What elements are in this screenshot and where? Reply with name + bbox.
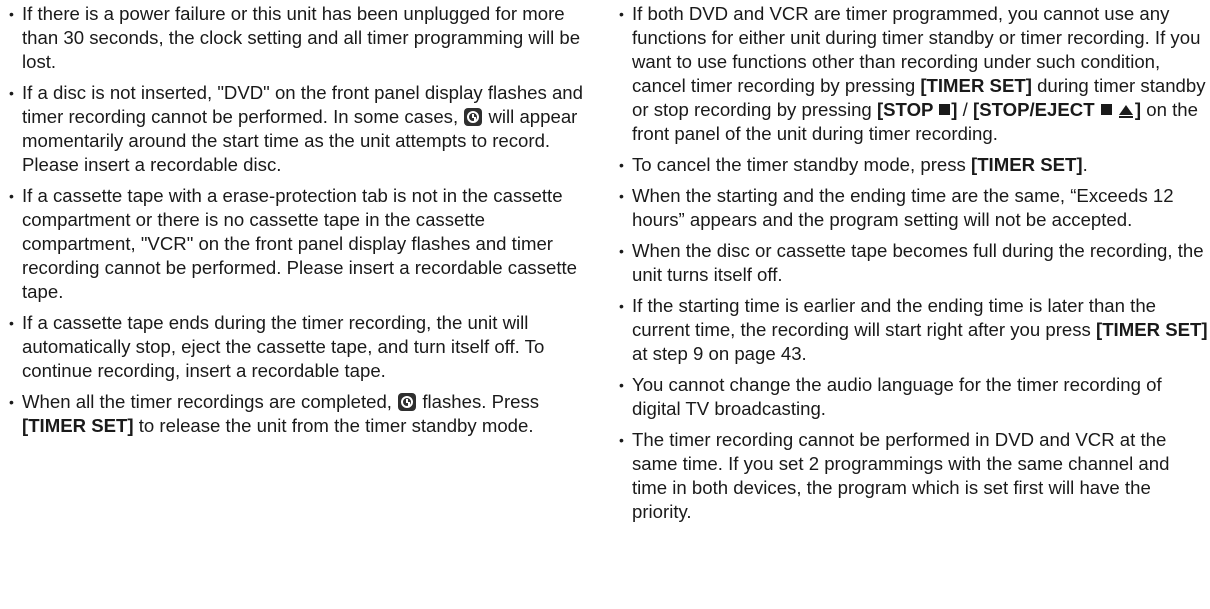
note-text: When the disc or cassette tape becomes f…	[632, 240, 1204, 285]
list-item: You cannot change the audio language for…	[618, 373, 1208, 421]
right-note-list: If both DVD and VCR are timer programmed…	[618, 2, 1208, 524]
stop-button-label: [STOP ]	[876, 99, 958, 120]
eject-icon	[1118, 105, 1133, 118]
note-text: To cancel the timer standby mode, press	[632, 154, 966, 175]
list-item: When the starting and the ending time ar…	[618, 184, 1208, 232]
note-text: If a cassette tape with a erase-protecti…	[22, 185, 578, 302]
note-text: If the starting time is earlier and the …	[632, 295, 1157, 340]
list-item: When all the timer recordings are comple…	[8, 390, 593, 438]
timer-clock-icon	[398, 393, 417, 411]
note-text: If there is a power failure or this unit…	[22, 3, 581, 72]
list-item: If a cassette tape with a erase-protecti…	[8, 184, 593, 304]
list-item: If a disc is not inserted, "DVD" on the …	[8, 81, 593, 177]
left-column: If there is a power failure or this unit…	[8, 2, 593, 445]
note-text: When the starting and the ending time ar…	[632, 185, 1174, 230]
note-text: to release the unit from the timer stand…	[138, 415, 534, 436]
note-text: When all the timer recordings are comple…	[22, 391, 392, 412]
list-item: If both DVD and VCR are timer programmed…	[618, 2, 1208, 146]
note-text: .	[1082, 154, 1088, 175]
note-text: flashes. Press	[422, 391, 540, 412]
stop-eject-button-label: [STOP/EJECT ]	[973, 99, 1142, 120]
timer-set-button-label: [TIMER SET]	[1096, 319, 1208, 340]
list-item: If there is a power failure or this unit…	[8, 2, 593, 74]
left-note-list: If there is a power failure or this unit…	[8, 2, 593, 438]
timer-clock-icon	[464, 108, 483, 126]
timer-set-button-label: [TIMER SET]	[971, 154, 1083, 175]
list-item: If a cassette tape ends during the timer…	[8, 311, 593, 383]
separator: /	[962, 99, 968, 120]
list-item: If the starting time is earlier and the …	[618, 294, 1208, 366]
stop-icon	[939, 104, 951, 115]
note-text: at step 9 on page 43.	[632, 343, 807, 364]
timer-set-button-label: [TIMER SET]	[920, 75, 1032, 96]
list-item: To cancel the timer standby mode, press …	[618, 153, 1208, 177]
list-item: The timer recording cannot be performed …	[618, 428, 1208, 524]
stop-icon	[1100, 104, 1112, 115]
list-item: When the disc or cassette tape becomes f…	[618, 239, 1208, 287]
note-text: You cannot change the audio language for…	[632, 374, 1162, 419]
timer-set-button-label: [TIMER SET]	[22, 415, 134, 436]
note-text: If a cassette tape ends during the timer…	[22, 312, 545, 381]
note-text: The timer recording cannot be performed …	[632, 429, 1170, 522]
right-column: If both DVD and VCR are timer programmed…	[618, 2, 1208, 531]
